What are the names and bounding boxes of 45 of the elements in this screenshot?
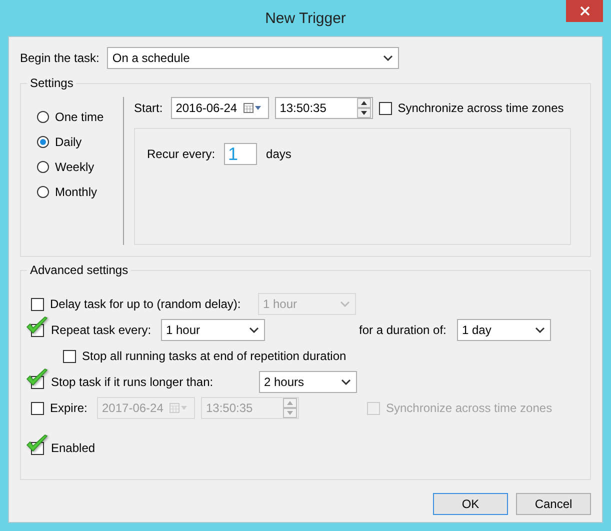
- calendar-icon: [242, 103, 263, 113]
- caret-icon: [341, 379, 351, 385]
- recur-label: Recur every:: [147, 147, 216, 161]
- begin-dropdown[interactable]: On a schedule: [107, 47, 400, 69]
- duration-dropdown[interactable]: 1 day: [457, 319, 551, 341]
- checkbox-label: Expire:: [50, 401, 88, 415]
- begin-label: Begin the task:: [20, 51, 100, 65]
- close-button[interactable]: [566, 0, 603, 22]
- radio-button[interactable]: [37, 111, 49, 123]
- start-label: Start:: [134, 101, 163, 115]
- checkbox-label: Stop all running tasks at end of repetition duration: [82, 349, 346, 363]
- checkbox[interactable]: [378, 102, 392, 114]
- checkbox-label: Repeat task every:: [51, 323, 152, 337]
- checkbox-label: Synchronize across time zones: [386, 401, 552, 415]
- caret-icon: [340, 301, 350, 307]
- unit-label: days: [266, 147, 292, 161]
- radio-button[interactable]: [37, 186, 49, 198]
- radio-label: One time: [55, 110, 104, 124]
- checkbox-label: Synchronize across time zones: [398, 101, 564, 115]
- dialog-button[interactable]: OK: [433, 493, 508, 515]
- radio-label: Monthly: [55, 185, 98, 199]
- radio-button[interactable]: [37, 136, 49, 148]
- time-field[interactable]: 13:50:35: [274, 97, 373, 119]
- dialog-button[interactable]: Cancel: [516, 493, 591, 515]
- checkbox-label: Enabled: [51, 441, 96, 455]
- calendar-icon: [169, 403, 189, 413]
- caret-icon: [535, 327, 545, 333]
- spinner-icon: [356, 98, 371, 118]
- window-title: New Trigger: [265, 10, 346, 26]
- radio-label: Weekly: [55, 160, 94, 174]
- group-title: Settings: [27, 76, 76, 90]
- duration-label: for a duration of:: [359, 323, 448, 337]
- spinner-icon: [283, 398, 297, 418]
- caret-icon: [383, 55, 394, 61]
- checkbox-label: Stop task if it runs longer than:: [51, 375, 214, 389]
- radio-label: Daily: [55, 135, 82, 149]
- date-picker[interactable]: 2016-06-24: [170, 97, 269, 119]
- close-icon: [580, 6, 590, 16]
- caret-icon: [249, 327, 259, 333]
- timeout-dropdown[interactable]: 2 hours: [259, 371, 357, 393]
- group-title: Advanced settings: [27, 263, 132, 277]
- radio-button[interactable]: [37, 161, 49, 173]
- repeat-dropdown[interactable]: 1 hour: [161, 319, 265, 341]
- checkbox-label: Delay task for up to (random delay):: [50, 297, 242, 311]
- checkbox[interactable]: [63, 350, 76, 362]
